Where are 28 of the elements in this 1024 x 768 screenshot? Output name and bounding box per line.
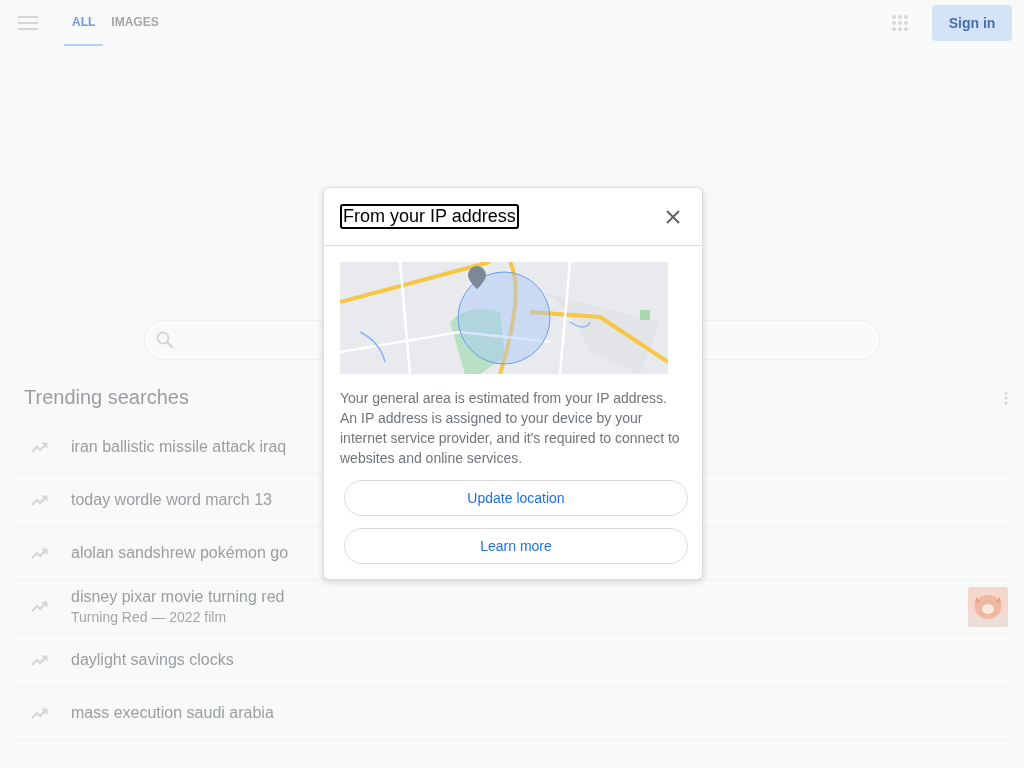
menu-icon[interactable] — [18, 16, 38, 30]
sign-in-button[interactable]: Sign in — [932, 5, 1012, 41]
dialog-button[interactable]: Update location — [344, 480, 688, 516]
trending-query: disney pixar movie turning red — [71, 588, 285, 606]
trending-subtitle: Turning Red — 2022 film — [71, 609, 227, 625]
tab[interactable]: ALL — [64, 0, 104, 46]
trending-query: iran ballistic missile attack iraq — [71, 438, 287, 456]
more-options-icon[interactable] — [1004, 390, 1008, 405]
trending-up-icon — [31, 494, 49, 506]
dialog-text: Your general area is estimated from your IP address. An IP address is assigned to your device by your internet service provider, and it's required to connect to websites and online services. — [340, 389, 680, 468]
search-icon — [155, 330, 175, 350]
dialog-button[interactable]: Learn more — [344, 528, 688, 564]
trending-query: mass execution saudi arabia — [71, 704, 274, 722]
trending-up-icon — [31, 547, 49, 559]
close-icon[interactable] — [666, 209, 680, 224]
apps-grid-icon[interactable] — [891, 14, 909, 32]
trending-query: today wordle word march 13 — [71, 491, 272, 509]
trending-item[interactable]: daylight savings clocks — [16, 634, 1008, 687]
trending-query: daylight savings clocks — [71, 651, 234, 669]
dialog-title: From your IP address — [340, 204, 519, 229]
trending-up-icon — [31, 654, 49, 666]
trending-up-icon — [31, 707, 49, 719]
tab[interactable]: IMAGES — [103, 0, 167, 46]
trending-query: alolan sandshrew pokémon go — [71, 544, 289, 562]
trending-item[interactable]: mass execution saudi arabia — [16, 687, 1008, 740]
trending-up-icon — [31, 441, 49, 453]
trending-up-icon — [31, 601, 49, 612]
section-title: Trending searches — [24, 386, 189, 409]
